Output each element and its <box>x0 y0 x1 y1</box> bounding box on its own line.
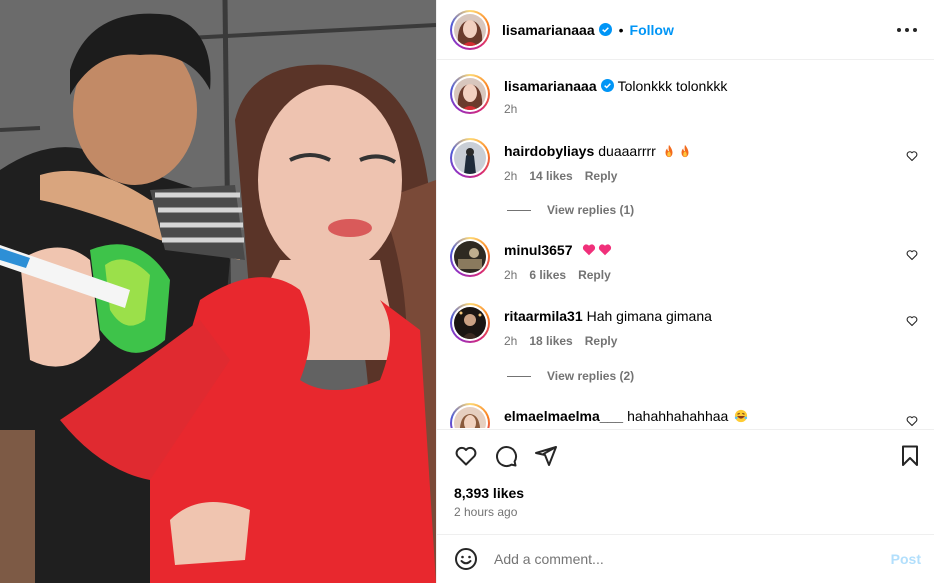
heart-icon[interactable] <box>906 150 918 162</box>
bookmark-icon[interactable] <box>898 444 922 468</box>
author-avatar-image <box>454 13 486 46</box>
comment-item: hairdobyliays duaaarrrr 2h 14 likes Reply <box>450 138 930 198</box>
caption: lisamarianaaa Tolonkkk tolonkkk 2h <box>450 74 930 134</box>
commenter-avatar[interactable] <box>450 237 490 277</box>
fire-emoji-icon <box>665 144 673 158</box>
heart-icon[interactable] <box>906 415 918 427</box>
comment-composer: Post <box>437 534 934 583</box>
verified-badge-icon <box>600 79 614 92</box>
follow-button[interactable]: Follow <box>630 22 674 38</box>
post-comment-button[interactable]: Post <box>891 551 921 567</box>
commenter-username[interactable]: minul3657 <box>504 242 572 258</box>
author-username[interactable]: lisamarianaaa <box>502 22 595 38</box>
commenter-username[interactable]: hairdobyliays <box>504 143 594 159</box>
caption-avatar[interactable] <box>450 74 490 114</box>
commenter-avatar[interactable] <box>450 138 490 178</box>
reply-button[interactable]: Reply <box>578 268 611 282</box>
comments-list[interactable]: lisamarianaaa Tolonkkk tolonkkk 2h hairdo… <box>437 61 934 428</box>
more-options-icon[interactable] <box>897 20 917 40</box>
commenter-username[interactable]: ritaarmila31 <box>504 308 583 324</box>
comment-text: hahahhahahhaa <box>627 408 729 424</box>
comment-likes[interactable]: 14 likes <box>529 169 572 183</box>
emoji-icon[interactable] <box>454 547 478 571</box>
separator-dot: • <box>618 21 624 38</box>
fire-emoji-icon <box>681 144 689 158</box>
comment-icon[interactable] <box>494 444 518 468</box>
post-header: lisamarianaaa • Follow <box>437 0 934 60</box>
pink-heart-emoji-icon <box>599 244 612 256</box>
pink-heart-emoji-icon <box>583 244 596 256</box>
comment-text: Hah gimana gimana <box>586 308 712 324</box>
reply-button[interactable]: Reply <box>585 169 618 183</box>
verified-badge-icon <box>598 23 612 36</box>
view-replies-button[interactable]: View replies (1) <box>507 203 634 217</box>
heart-icon[interactable] <box>454 444 478 468</box>
caption-text: Tolonkkk tolonkkk <box>617 78 728 94</box>
comment-likes[interactable]: 18 likes <box>529 334 572 348</box>
commenter-username[interactable]: elmaelmaelma___ <box>504 408 623 424</box>
share-icon[interactable] <box>534 444 558 468</box>
author-avatar[interactable] <box>450 9 490 50</box>
reply-button[interactable]: Reply <box>585 334 618 348</box>
post-photo-illustration <box>0 0 436 583</box>
heart-icon[interactable] <box>906 249 918 261</box>
post-timestamp[interactable]: 2 hours ago <box>454 505 517 519</box>
comment-item: minul3657 2h 6 likes Reply <box>450 237 930 297</box>
comment-item: ritaarmila31 Hah gimana gimana 2h 18 likes… <box>450 303 930 363</box>
heart-icon[interactable] <box>906 315 918 327</box>
caption-time: 2h <box>504 102 518 116</box>
action-bar <box>437 429 934 483</box>
comment-likes[interactable]: 6 likes <box>529 268 566 282</box>
like-count[interactable]: 8,393 likes <box>454 485 524 501</box>
comment-item: elmaelmaelma___ hahahhahahhaa <box>450 403 930 428</box>
comment-input[interactable] <box>494 551 874 567</box>
comment-time: 2h <box>504 268 518 282</box>
comment-text: duaaarrrr <box>598 143 656 159</box>
laughing-face-emoji-icon <box>735 409 748 423</box>
comment-time: 2h <box>504 169 518 183</box>
post-photo[interactable] <box>0 0 436 583</box>
commenter-avatar[interactable] <box>450 403 490 428</box>
comment-time: 2h <box>504 334 518 348</box>
commenter-avatar[interactable] <box>450 303 490 343</box>
view-replies-button[interactable]: View replies (2) <box>507 369 634 383</box>
caption-username[interactable]: lisamarianaaa <box>504 78 597 94</box>
post-details-panel: lisamarianaaa • Follow lisamarianaaa Tolo… <box>436 0 934 583</box>
